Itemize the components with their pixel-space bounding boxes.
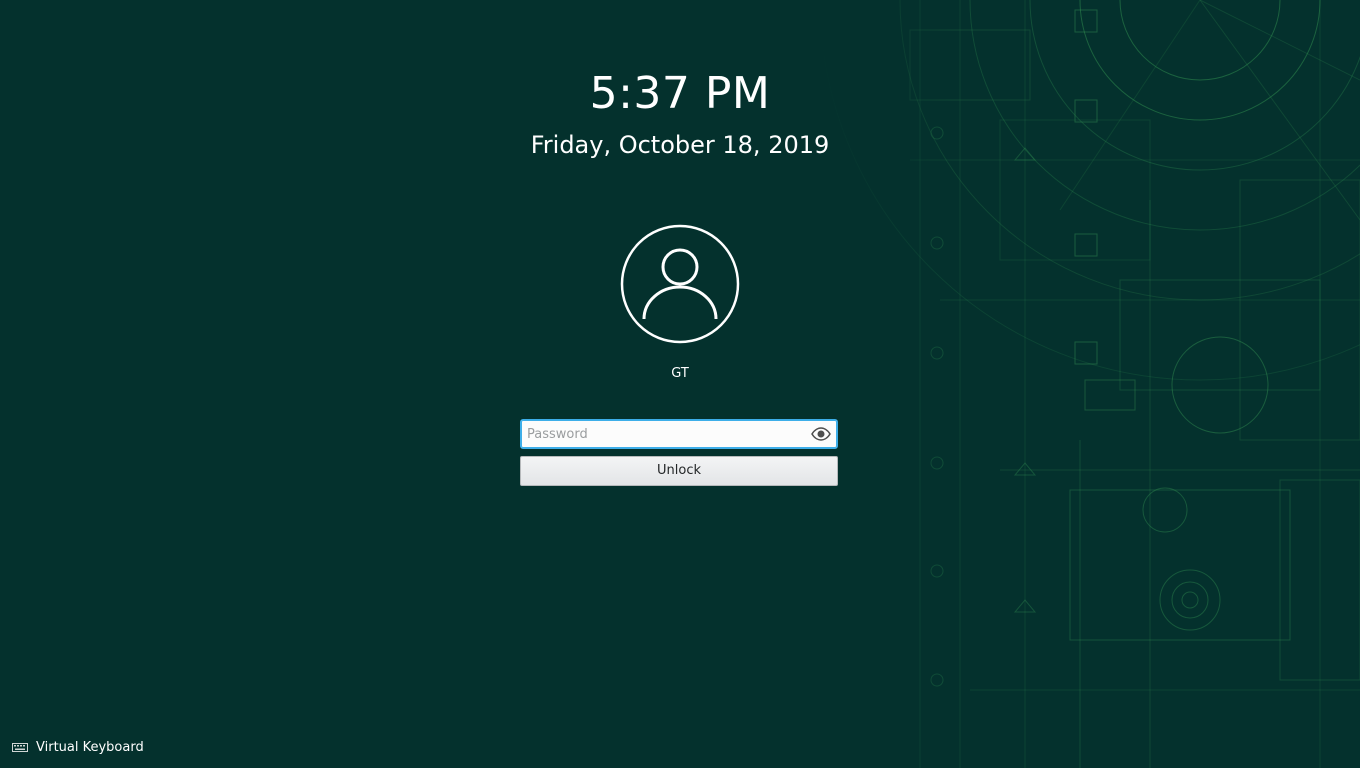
password-input[interactable] <box>525 421 807 447</box>
clock-time: 5:37 PM <box>589 68 771 119</box>
keyboard-icon <box>12 743 28 752</box>
user-name: GT <box>671 366 689 381</box>
clock-date: Friday, October 18, 2019 <box>530 131 830 159</box>
unlock-button[interactable]: Unlock <box>520 456 838 486</box>
lock-screen: 5:37 PM Friday, October 18, 2019 GT Unlo… <box>0 0 1360 768</box>
virtual-keyboard-label: Virtual Keyboard <box>36 739 144 755</box>
password-field-container <box>520 419 838 449</box>
user-avatar-icon <box>620 224 740 344</box>
virtual-keyboard-button[interactable]: Virtual Keyboard <box>12 736 144 758</box>
eye-icon[interactable] <box>811 426 831 442</box>
